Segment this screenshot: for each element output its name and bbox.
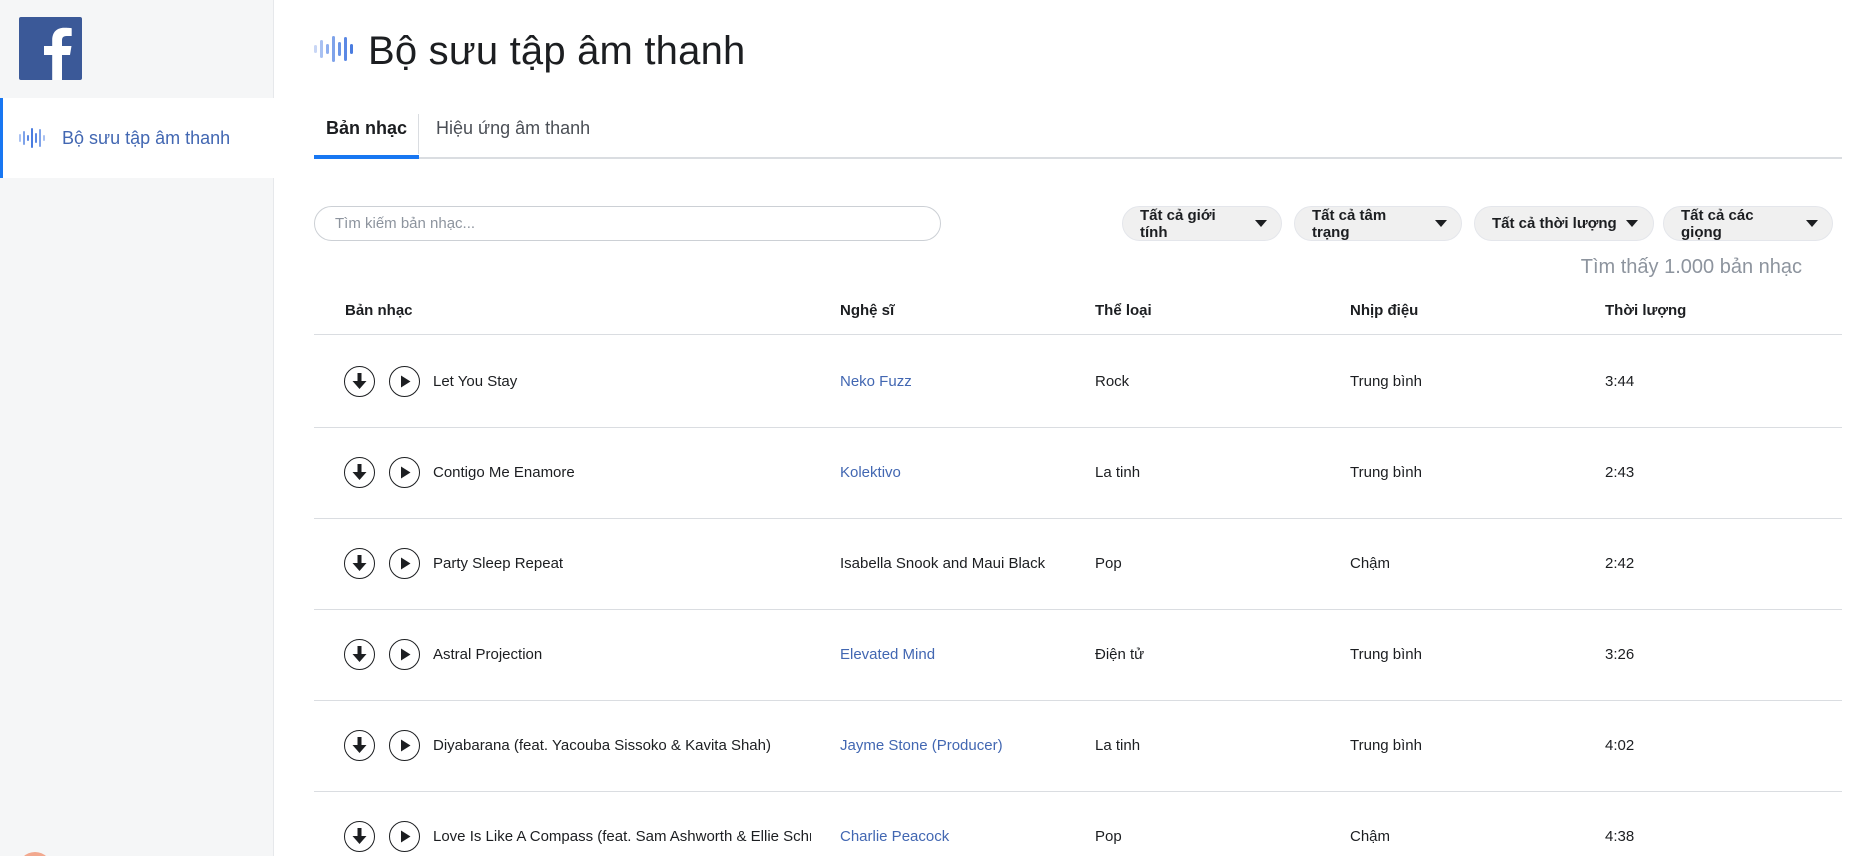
play-icon[interactable] — [389, 730, 420, 761]
track-genre: Điện tử — [1095, 646, 1145, 663]
download-icon[interactable] — [344, 730, 375, 761]
filter-label: Tất cả giới tính — [1140, 206, 1216, 241]
column-header-artist: Nghệ sĩ — [840, 302, 895, 319]
page-header: Bộ sưu tập âm thanh — [314, 26, 745, 76]
artist-link[interactable]: Neko Fuzz — [840, 373, 1070, 390]
tab-divider — [418, 114, 419, 154]
track-duration: 4:38 — [1605, 828, 1635, 845]
facebook-logo-icon[interactable] — [19, 17, 82, 80]
table-row: Contigo Me Enamore Kolektivo La tinh Tru… — [314, 428, 1842, 519]
track-duration: 3:26 — [1605, 646, 1635, 663]
table-row: Diyabarana (feat. Yacouba Sissoko & Kavi… — [314, 701, 1842, 792]
main-content: Bộ sưu tập âm thanh Bản nhạc Hiệu ứng âm… — [314, 0, 1842, 856]
download-icon[interactable] — [344, 639, 375, 670]
track-title: Let You Stay — [433, 373, 518, 390]
table-header: Bản nhạc Nghệ sĩ Thể loại Nhịp điệu Thời… — [314, 290, 1842, 335]
column-header-tempo: Nhịp điệu — [1350, 302, 1419, 319]
sidebar: Bộ sưu tập âm thanh — [0, 0, 274, 856]
track-duration: 2:42 — [1605, 555, 1635, 572]
artist-link[interactable]: Elevated Mind — [840, 646, 1070, 663]
track-title: Astral Projection — [433, 646, 543, 663]
download-icon[interactable] — [344, 366, 375, 397]
column-header-duration: Thời lượng — [1605, 302, 1687, 319]
column-header-genre: Thể loại — [1095, 302, 1152, 319]
play-icon[interactable] — [389, 366, 420, 397]
track-title: Contigo Me Enamore — [433, 464, 575, 481]
download-icon[interactable] — [344, 821, 375, 852]
track-duration: 2:43 — [1605, 464, 1635, 481]
play-icon[interactable] — [389, 457, 420, 488]
track-tempo: Trung bình — [1350, 373, 1422, 390]
track-title: Party Sleep Repeat — [433, 555, 564, 572]
download-icon[interactable] — [344, 548, 375, 579]
filter-label: Tất cả tâm trạng — [1312, 206, 1387, 241]
track-duration: 4:02 — [1605, 737, 1635, 754]
table-row: Let You Stay Neko Fuzz Rock Trung bình 3… — [314, 337, 1842, 428]
app-root: Bộ sưu tập âm thanh Bộ sưu tập âm thanh … — [0, 0, 1875, 856]
play-icon[interactable] — [389, 821, 420, 852]
caret-down-icon — [1806, 220, 1818, 227]
sidebar-item-sound-collection[interactable]: Bộ sưu tập âm thanh — [0, 98, 274, 178]
track-tempo: Trung bình — [1350, 737, 1422, 754]
caret-down-icon — [1255, 220, 1267, 227]
download-icon[interactable] — [344, 457, 375, 488]
filter-voice-dropdown[interactable]: Tất cả các giọng — [1663, 206, 1833, 241]
artist-link[interactable]: Jayme Stone (Producer) — [840, 737, 1070, 754]
table-row: Astral Projection Elevated Mind Điện tử … — [314, 610, 1842, 701]
filter-label: Tất cả thời lượng — [1492, 215, 1617, 232]
track-genre: Pop — [1095, 555, 1122, 572]
sound-wave-icon — [19, 127, 46, 149]
play-icon[interactable] — [389, 548, 420, 579]
table-row: Party Sleep Repeat Isabella Snook and Ma… — [314, 519, 1842, 610]
track-tempo: Trung bình — [1350, 464, 1422, 481]
tab-sound-effects[interactable]: Hiệu ứng âm thanh — [436, 104, 590, 159]
track-genre: La tinh — [1095, 737, 1141, 754]
page-title: Bộ sưu tập âm thanh — [368, 28, 746, 73]
play-icon[interactable] — [389, 639, 420, 670]
result-count: Tìm thấy 1.000 bản nhạc — [1580, 256, 1802, 278]
track-genre: Pop — [1095, 828, 1122, 845]
sidebar-item-label: Bộ sưu tập âm thanh — [62, 127, 231, 148]
column-header-track: Bản nhạc — [345, 302, 413, 319]
filter-mood-dropdown[interactable]: Tất cả tâm trạng — [1294, 206, 1462, 241]
track-tempo: Chậm — [1350, 555, 1391, 572]
search-input[interactable] — [314, 206, 941, 241]
track-genre: Rock — [1095, 373, 1130, 390]
filter-label: Tất cả các giọng — [1681, 206, 1754, 241]
avatar[interactable] — [18, 852, 52, 856]
tab-bar: Bản nhạc Hiệu ứng âm thanh — [314, 104, 1842, 159]
table-row: Love Is Like A Compass (feat. Sam Ashwor… — [314, 792, 1842, 856]
track-genre: La tinh — [1095, 464, 1141, 481]
filter-duration-dropdown[interactable]: Tất cả thời lượng — [1474, 206, 1654, 241]
tab-music[interactable]: Bản nhạc — [314, 104, 419, 159]
track-title: Diyabarana (feat. Yacouba Sissoko & Kavi… — [433, 737, 771, 754]
artist-name: Isabella Snook and Maui Black — [840, 555, 1046, 572]
track-tempo: Chậm — [1350, 828, 1391, 845]
sound-wave-icon — [314, 34, 354, 69]
track-duration: 3:44 — [1605, 373, 1635, 390]
artist-link[interactable]: Charlie Peacock — [840, 828, 1070, 845]
caret-down-icon — [1435, 220, 1447, 227]
filter-genre-dropdown[interactable]: Tất cả giới tính — [1122, 206, 1282, 241]
track-title: Love Is Like A Compass (feat. Sam Ashwor… — [433, 828, 811, 845]
track-tempo: Trung bình — [1350, 646, 1422, 663]
artist-link[interactable]: Kolektivo — [840, 464, 1070, 481]
caret-down-icon — [1625, 220, 1638, 227]
